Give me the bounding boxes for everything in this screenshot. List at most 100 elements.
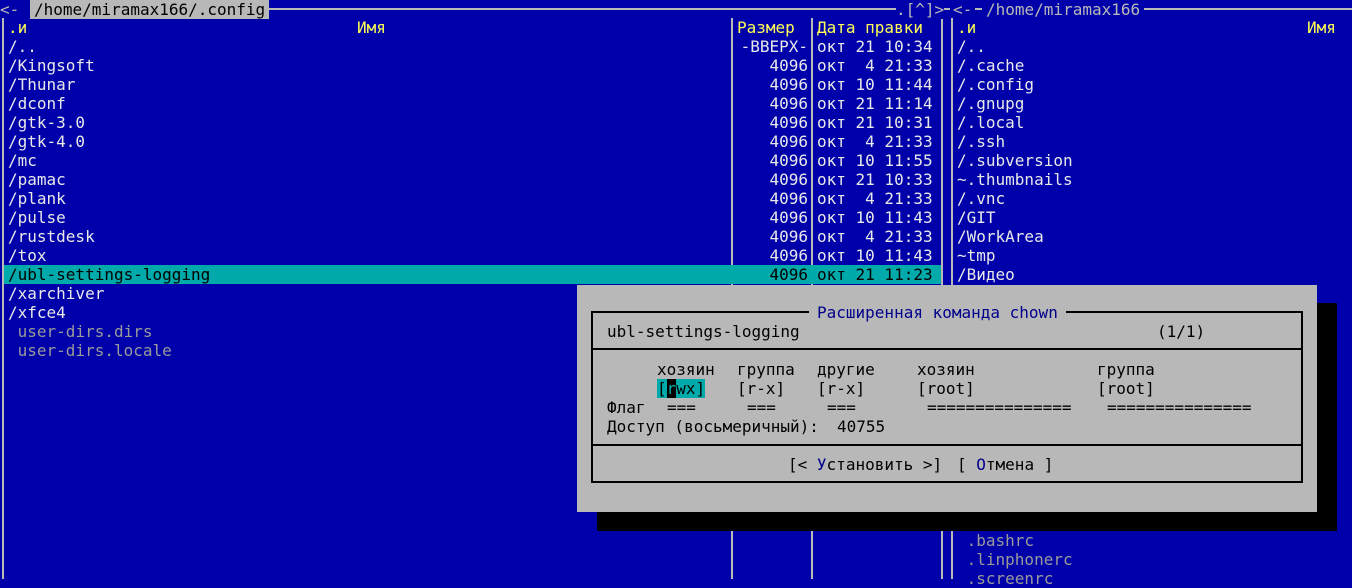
file-size: -ВВЕРХ- (740, 37, 808, 56)
dialog-filename: ubl-settings-logging (607, 322, 800, 341)
dialog-counter: (1/1) (1157, 322, 1206, 341)
access-value: 40755 (837, 417, 886, 436)
file-date: окт 21 11:23 (817, 265, 933, 284)
file-size: 4096 (769, 246, 808, 265)
list-item[interactable]: /.config (957, 75, 1034, 94)
file-size: 4096 (769, 113, 808, 132)
flag-other: === (827, 398, 856, 417)
file-date: окт 4 21:33 (817, 56, 933, 75)
access-label: Доступ (восьмеричный): (607, 417, 819, 436)
file-date: окт 21 10:34 (817, 37, 933, 56)
file-name: /mc (8, 151, 37, 170)
label-other: другие (817, 360, 875, 379)
table-row[interactable]: /dconf 4096 окт 21 11:14 (4, 94, 941, 113)
file-size: 4096 (769, 189, 808, 208)
left-header-date[interactable]: Дата правки (817, 18, 923, 37)
list-item[interactable]: ~.thumbnails (957, 170, 1073, 189)
left-panel-corner-right[interactable]: .[^]> (896, 0, 945, 19)
file-size: 4096 (769, 208, 808, 227)
file-size: 4096 (769, 227, 808, 246)
table-row[interactable]: /plank 4096 окт 4 21:33 (4, 189, 941, 208)
flag-owner: === (667, 398, 696, 417)
dialog-divider-2 (593, 444, 1301, 446)
table-row[interactable]: /Kingsoft 4096 окт 4 21:33 (4, 56, 941, 75)
file-date: окт 10 11:44 (817, 75, 933, 94)
left-header-size[interactable]: Размер (737, 18, 795, 37)
file-date: окт 4 21:33 (817, 132, 933, 151)
list-item[interactable]: /.local (957, 113, 1024, 132)
label-owner-user: хозяин (917, 360, 975, 379)
list-item[interactable]: .linphonerc (957, 550, 1073, 569)
file-name: /gtk-4.0 (8, 132, 86, 151)
file-size: 4096 (769, 94, 808, 113)
file-date: окт 21 10:33 (817, 170, 933, 189)
label-group: группа (737, 360, 795, 379)
table-row[interactable]: /rustdesk 4096 окт 4 21:33 (4, 227, 941, 246)
owner-user-button[interactable]: [root] (917, 379, 975, 398)
file-date: окт 10 11:43 (817, 246, 933, 265)
right-header-sort[interactable]: .и (957, 18, 976, 37)
flag-grp: =============== (1107, 398, 1252, 417)
file-name: /plank (8, 189, 66, 208)
list-item[interactable]: /WorkArea (957, 227, 1044, 246)
owner-group-button[interactable]: [root] (1097, 379, 1155, 398)
file-name: /xarchiver (8, 284, 105, 303)
file-name: user-dirs.locale (8, 341, 172, 360)
file-name: /pulse (8, 208, 66, 227)
chown-dialog: Расширенная команда chown ubl-settings-l… (577, 285, 1317, 512)
table-row[interactable]: /Thunar 4096 окт 10 11:44 (4, 75, 941, 94)
flag-label: Флаг (607, 398, 646, 417)
file-name: /tox (8, 246, 47, 265)
table-row[interactable]: /gtk-4.0 4096 окт 4 21:33 (4, 132, 941, 151)
file-size: 4096 (769, 56, 808, 75)
file-date: окт 10 11:43 (817, 208, 933, 227)
file-date: окт 4 21:33 (817, 189, 933, 208)
label-owner: хозяин (657, 360, 715, 379)
file-size: 4096 (769, 170, 808, 189)
file-name: /rustdesk (8, 227, 95, 246)
right-header-name[interactable]: Имя (1307, 18, 1336, 37)
table-row[interactable]: /tox 4096 окт 10 11:43 (4, 246, 941, 265)
table-row[interactable]: /pulse 4096 окт 10 11:43 (4, 208, 941, 227)
file-name: /Kingsoft (8, 56, 95, 75)
left-header-sort[interactable]: .и (8, 18, 27, 37)
file-date: окт 21 10:31 (817, 113, 933, 132)
file-size: 4096 (769, 75, 808, 94)
file-date: окт 4 21:33 (817, 227, 933, 246)
table-row[interactable]: /mc 4096 окт 10 11:55 (4, 151, 941, 170)
list-item[interactable]: /.vnc (957, 189, 1005, 208)
table-row[interactable]: /gtk-3.0 4096 окт 21 10:31 (4, 113, 941, 132)
file-name: /gtk-3.0 (8, 113, 86, 132)
list-item[interactable]: /.cache (957, 56, 1024, 75)
list-item[interactable]: /Видео (957, 265, 1015, 284)
table-row[interactable]: /.. -ВВЕРХ-окт 21 10:34 (4, 37, 941, 56)
file-name: /Thunar (8, 75, 76, 94)
file-name: /dconf (8, 94, 66, 113)
left-panel-corner-left[interactable]: <- (0, 0, 19, 19)
owner-perm-button[interactable]: [rwx] (657, 379, 706, 398)
file-size: 4096 (769, 151, 808, 170)
table-row[interactable]: /ubl-settings-logging 4096 окт 21 11:23 (4, 265, 941, 284)
left-header-name[interactable]: Имя (357, 18, 386, 37)
flag-user: =============== (927, 398, 1072, 417)
list-item[interactable]: /GIT (957, 208, 996, 227)
list-item[interactable]: /.. (957, 37, 986, 56)
dialog-title: Расширенная команда chown (809, 303, 1066, 322)
list-item[interactable]: ~tmp (957, 246, 996, 265)
cancel-button[interactable]: [ Отмена ] (957, 455, 1053, 474)
right-panel-path[interactable]: /home/miramax166 (982, 0, 1145, 19)
list-item[interactable]: /.subversion (957, 151, 1073, 170)
flag-group: === (747, 398, 776, 417)
list-item[interactable]: /.gnupg (957, 94, 1024, 113)
group-perm-button[interactable]: [r-x] (737, 379, 785, 398)
table-row[interactable]: /pamac 4096 окт 21 10:33 (4, 170, 941, 189)
file-name: user-dirs.dirs (8, 322, 153, 341)
list-item[interactable]: /.ssh (957, 132, 1005, 151)
file-name: /.. (8, 37, 37, 56)
label-owner-group: группа (1097, 360, 1155, 379)
other-perm-button[interactable]: [r-x] (817, 379, 865, 398)
left-panel-path[interactable]: /home/miramax166/.config (30, 0, 270, 19)
right-panel-corner-left[interactable]: <- (953, 0, 972, 19)
set-button[interactable]: [< Установить >] (788, 455, 942, 474)
list-item[interactable]: .bashrc (957, 531, 1034, 550)
